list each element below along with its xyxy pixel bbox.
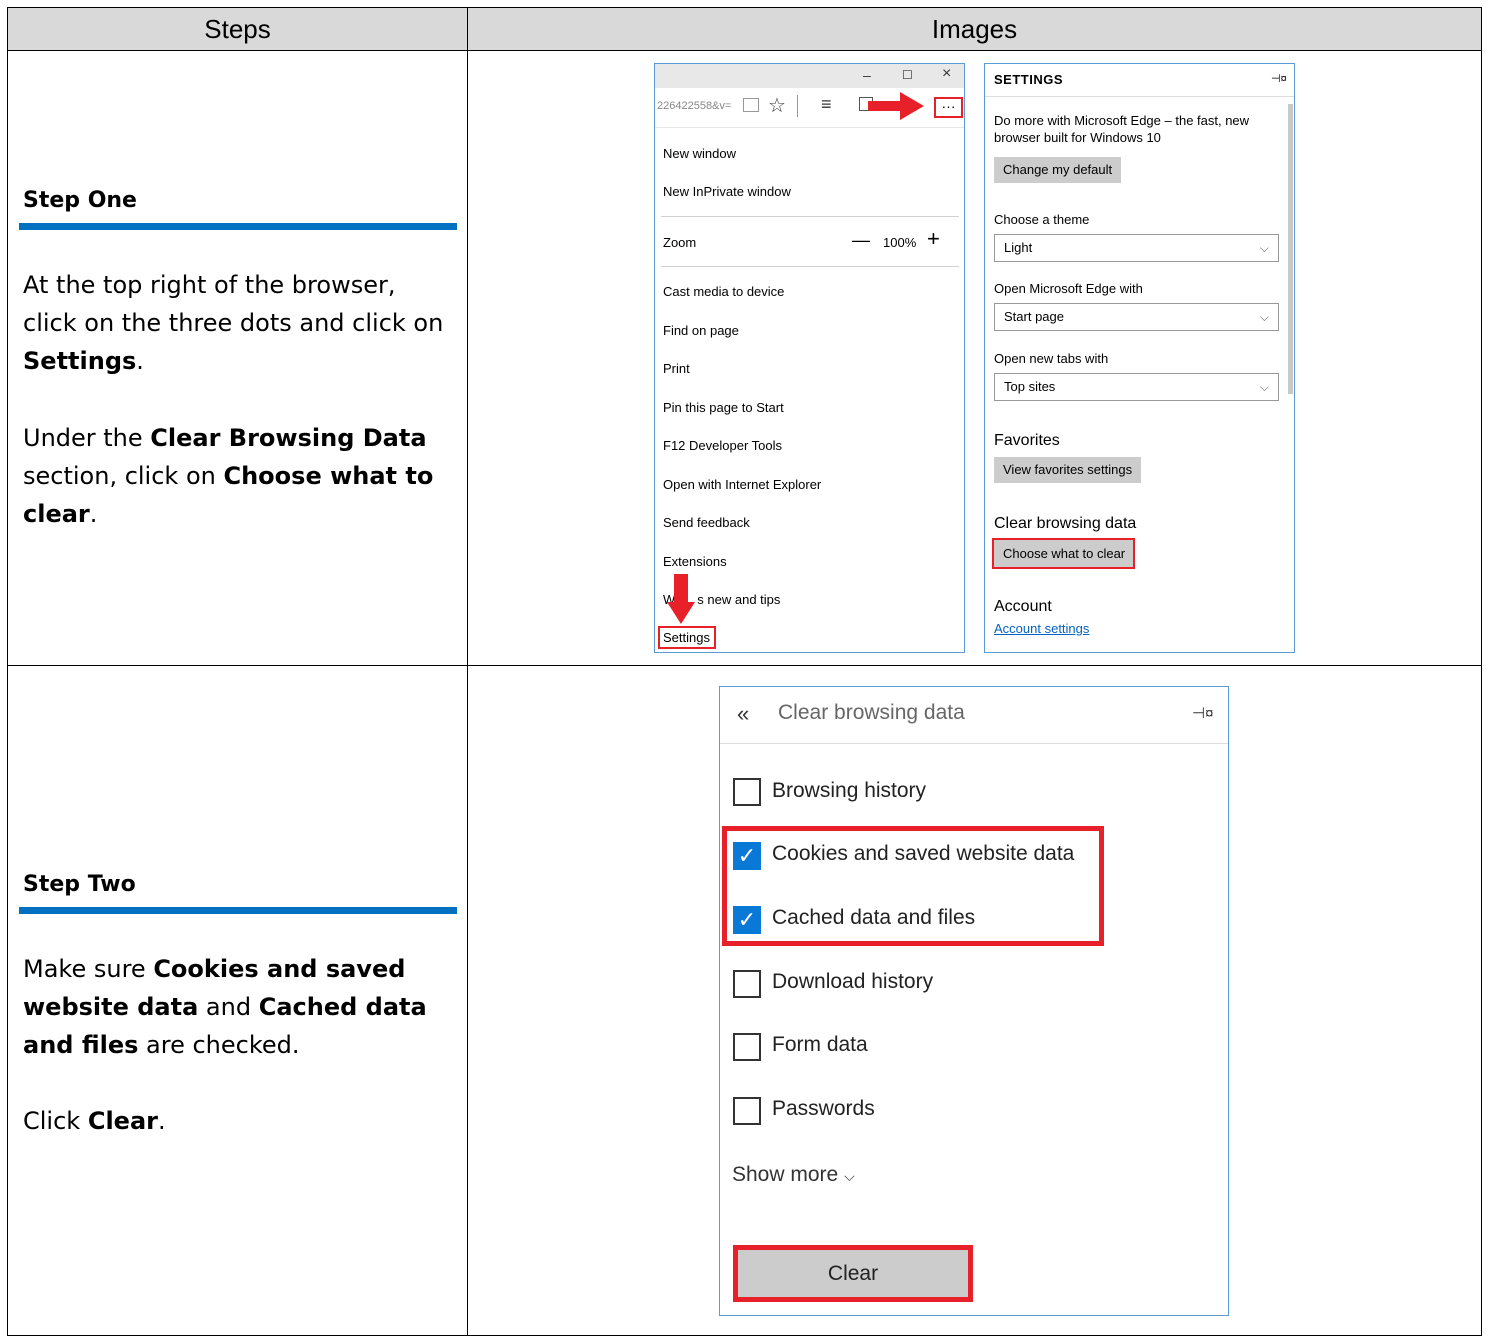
checkbox-browsing-history[interactable] xyxy=(733,778,761,806)
menu-item-new-inprivate[interactable]: New InPrivate window xyxy=(663,184,791,199)
label-cookies: Cookies and saved website data xyxy=(772,842,1075,865)
settings-title: SETTINGS xyxy=(994,72,1064,87)
view-favorites-button[interactable]: View favorites settings xyxy=(994,457,1142,483)
chevron-down-icon: ⌵ xyxy=(844,1168,855,1184)
step-one-bar xyxy=(19,223,457,230)
menu-item-open-ie[interactable]: Open with Internet Explorer xyxy=(663,477,821,492)
chevron-down-icon: ⌵ xyxy=(1259,241,1269,255)
menu-item-settings[interactable]: Settings xyxy=(658,626,716,649)
checkbox-cookies[interactable]: ✓ xyxy=(733,842,761,870)
theme-select[interactable]: Light ⌵ xyxy=(994,234,1279,262)
settings-panel-screenshot: SETTINGS ⊣¤ Do more with Microsoft Edge … xyxy=(984,63,1295,653)
zoom-in-button[interactable]: + xyxy=(927,226,940,252)
menu-item-find-on-page[interactable]: Find on page xyxy=(663,323,739,338)
menu-item-pin-to-start[interactable]: Pin this page to Start xyxy=(663,400,784,415)
label-download-history: Download history xyxy=(772,970,934,993)
clear-button[interactable]: Clear xyxy=(733,1245,973,1302)
back-icon[interactable]: « xyxy=(737,701,749,727)
theme-label: Choose a theme xyxy=(994,212,1090,227)
account-settings-link[interactable]: Account settings xyxy=(994,621,1089,636)
row-divider xyxy=(8,665,1481,666)
account-heading: Account xyxy=(994,598,1052,615)
checkbox-form-data[interactable] xyxy=(733,1033,761,1061)
new-tabs-select[interactable]: Top sites ⌵ xyxy=(994,373,1279,401)
label-browsing-history: Browsing history xyxy=(772,779,927,802)
column-divider xyxy=(467,8,468,1335)
menu-item-extensions[interactable]: Extensions xyxy=(663,554,727,569)
clear-data-heading: Clear browsing data xyxy=(994,515,1137,532)
edge-menu-screenshot: – ☐ × 226422558&v= ☆ ≡ ··· New window Ne… xyxy=(654,63,965,653)
chevron-down-icon: ⌵ xyxy=(1259,380,1269,394)
menu-item-send-feedback[interactable]: Send feedback xyxy=(663,515,750,530)
menu-item-new-window[interactable]: New window xyxy=(663,146,736,161)
choose-what-to-clear-button[interactable]: Choose what to clear xyxy=(992,538,1135,569)
zoom-out-button[interactable]: — xyxy=(852,230,870,251)
address-text[interactable]: 226422558&v= xyxy=(657,100,731,112)
checkbox-cached-data[interactable]: ✓ xyxy=(733,906,761,934)
close-icon[interactable]: × xyxy=(942,65,951,83)
menu-item-f12-tools[interactable]: F12 Developer Tools xyxy=(663,438,782,453)
menu-item-zoom: Zoom xyxy=(663,235,697,250)
open-with-label: Open Microsoft Edge with xyxy=(994,281,1143,296)
step-one-title: Step One xyxy=(23,188,137,213)
label-form-data: Form data xyxy=(772,1033,868,1056)
open-with-select[interactable]: Start page ⌵ xyxy=(994,303,1279,331)
reading-view-icon[interactable] xyxy=(743,98,759,112)
pin-icon[interactable]: ⊣¤ xyxy=(1192,704,1213,722)
header-images: Images xyxy=(467,8,1481,51)
clear-browsing-data-screenshot: « Clear browsing data ⊣¤ Browsing histor… xyxy=(719,686,1229,1316)
maximize-icon[interactable]: ☐ xyxy=(902,68,913,82)
menu-separator xyxy=(661,266,959,267)
red-arrow-down-icon xyxy=(667,574,695,624)
change-default-button[interactable]: Change my default xyxy=(994,157,1122,183)
step-two-paragraph-1: Make sure Cookies and saved website data… xyxy=(23,955,427,1059)
divider xyxy=(985,96,1294,97)
address-toolbar: 226422558&v= ☆ ≡ ··· xyxy=(655,88,964,128)
new-tabs-label: Open new tabs with xyxy=(994,351,1109,366)
more-actions-button[interactable]: ··· xyxy=(934,97,963,118)
scrollbar[interactable] xyxy=(1288,104,1293,394)
step-one-paragraph-1: At the top right of the browser, click o… xyxy=(23,271,444,375)
show-more-link[interactable]: Show more ⌵ xyxy=(732,1163,855,1187)
menu-separator xyxy=(661,216,959,217)
hub-icon[interactable]: ≡ xyxy=(821,94,832,115)
menu-item-print[interactable]: Print xyxy=(663,361,690,376)
step-two-paragraph-2: Click Clear. xyxy=(23,1107,166,1135)
red-arrow-right-icon xyxy=(868,92,924,120)
divider xyxy=(720,743,1228,744)
step-two-bar xyxy=(19,907,457,914)
zoom-level: 100% xyxy=(883,235,917,250)
minimize-icon[interactable]: – xyxy=(863,67,871,83)
checkbox-download-history[interactable] xyxy=(733,970,761,998)
panel-title: Clear browsing data xyxy=(778,701,965,724)
toolbar-divider xyxy=(797,95,798,117)
checkbox-passwords[interactable] xyxy=(733,1097,761,1125)
header-steps: Steps xyxy=(8,8,467,51)
chevron-down-icon: ⌵ xyxy=(1259,310,1269,324)
label-passwords: Passwords xyxy=(772,1097,875,1120)
promo-text: Do more with Microsoft Edge – the fast, … xyxy=(994,113,1250,145)
title-bar: – ☐ × xyxy=(655,64,964,88)
menu-item-cast-media[interactable]: Cast media to device xyxy=(663,284,784,299)
favorite-star-icon[interactable]: ☆ xyxy=(768,93,786,118)
pin-icon[interactable]: ⊣¤ xyxy=(1271,72,1287,85)
step-one-paragraph-2: Under the Clear Browsing Data section, c… xyxy=(23,424,434,528)
label-cached-data: Cached data and files xyxy=(772,906,976,929)
step-two-title: Step Two xyxy=(23,872,136,897)
favorites-heading: Favorites xyxy=(994,432,1060,449)
